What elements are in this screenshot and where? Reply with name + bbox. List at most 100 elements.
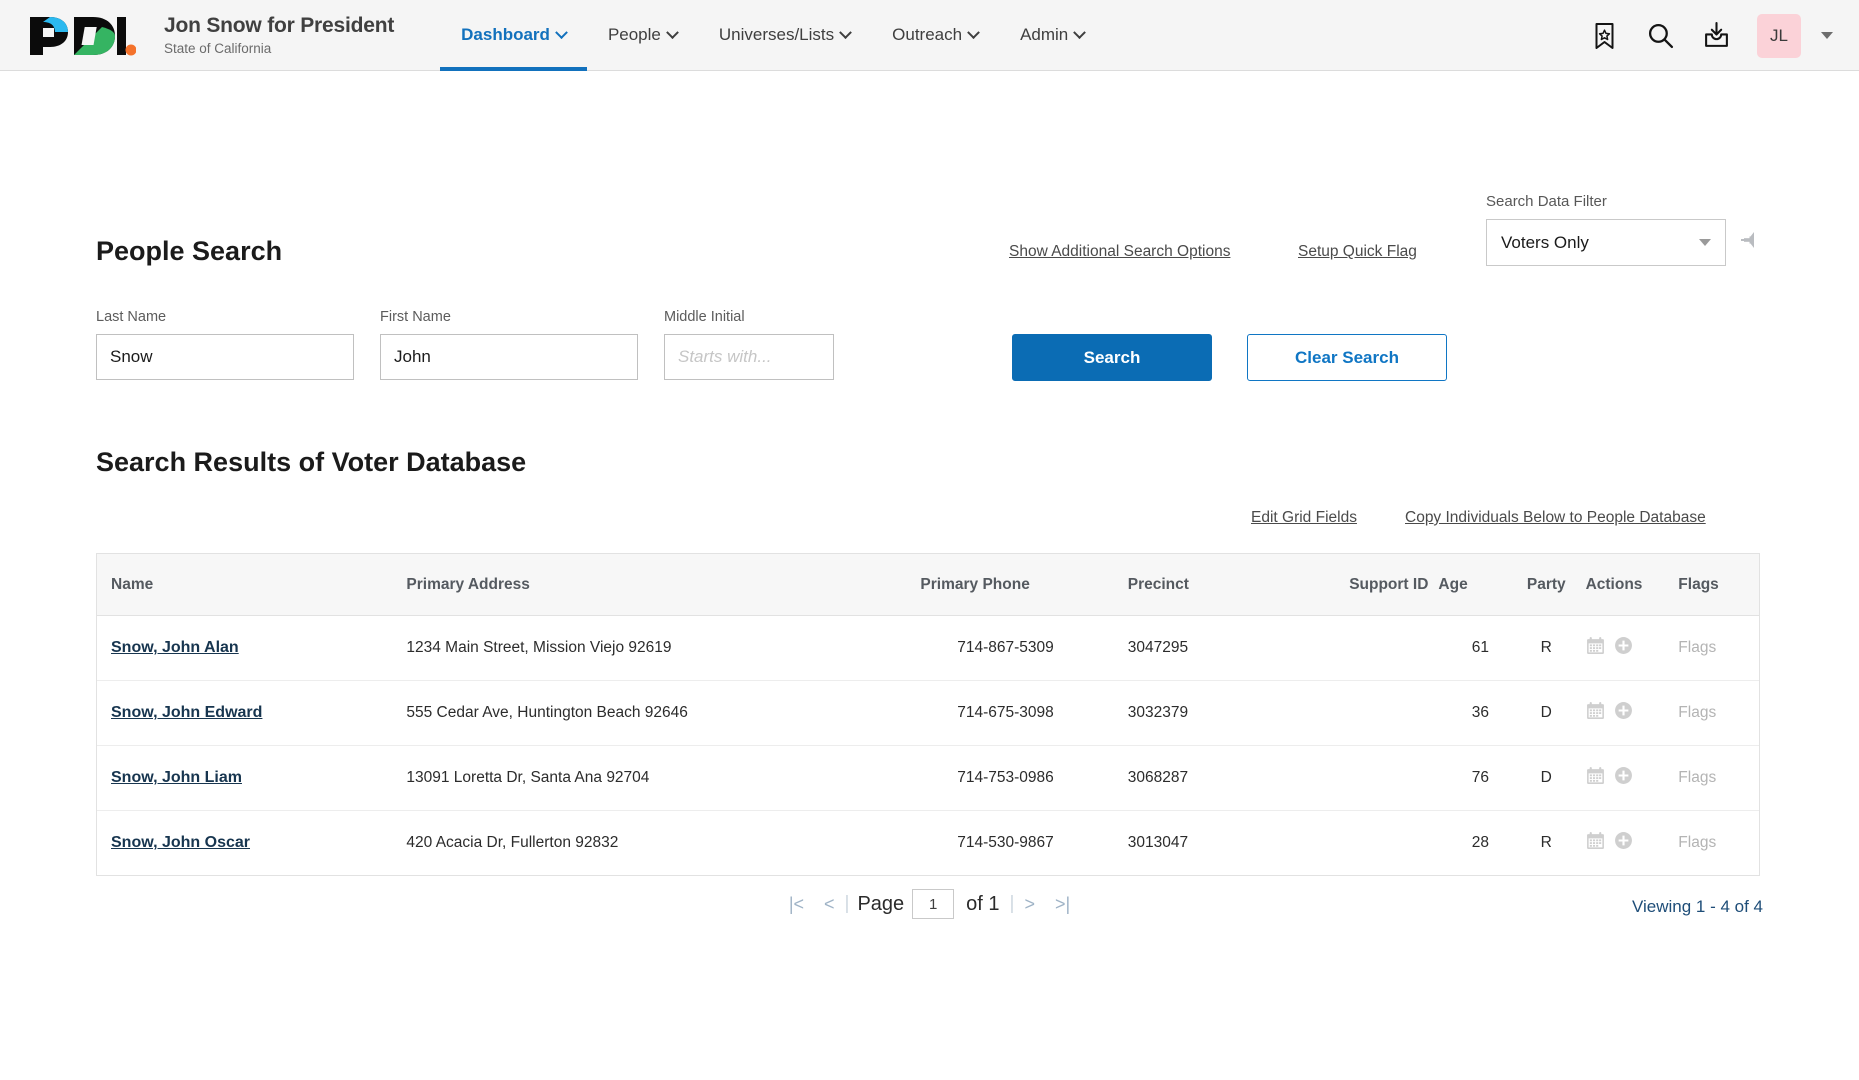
cell-precinct: 3013047: [1127, 834, 1189, 851]
nav-item-universes-lists[interactable]: Universes/Lists: [698, 0, 871, 71]
cell-phone: 714-867-5309: [920, 615, 1094, 681]
search-data-filter-select[interactable]: Voters Only: [1486, 219, 1726, 266]
cell-address: 1234 Main Street, Mission Viejo 92619: [404, 615, 921, 681]
cell-flags[interactable]: Flags: [1678, 745, 1759, 811]
cell-party: D: [1506, 680, 1586, 746]
last-page-button[interactable]: >|: [1045, 894, 1080, 915]
cell-party: R: [1506, 615, 1586, 681]
middle-initial-field-group: Middle Initial: [664, 309, 834, 380]
search-data-filter: Search Data Filter Voters Only: [1486, 193, 1762, 266]
cell-age: 28: [1471, 834, 1489, 851]
plus-circle-icon[interactable]: [1614, 701, 1633, 725]
table-header-row: Name Primary Address Primary Phone Preci…: [97, 554, 1759, 616]
cell-phone: 714-675-3098: [920, 680, 1094, 746]
top-header-bar: Jon Snow for President State of Californ…: [0, 0, 1859, 71]
prev-page-button[interactable]: <: [814, 894, 845, 915]
cell-flags[interactable]: Flags: [1678, 680, 1759, 746]
column-header-flags: Flags: [1678, 554, 1759, 616]
cell-name: Snow, John Liam: [97, 745, 405, 811]
cell-flags[interactable]: Flags: [1678, 615, 1759, 681]
nav-item-dashboard[interactable]: Dashboard: [440, 0, 587, 71]
cell-age: 61: [1434, 615, 1507, 681]
chevron-down-icon: [666, 25, 679, 39]
inbox-download-icon[interactable]: [1701, 21, 1731, 51]
column-header-age[interactable]: Age: [1434, 554, 1507, 616]
table-body: Snow, John Alan 1234 Main Street, Missio…: [97, 615, 1759, 876]
search-button[interactable]: Search: [1012, 334, 1212, 381]
pdi-logo[interactable]: [28, 13, 136, 57]
table-row: Snow, John Liam 13091 Loretta Dr, Santa …: [97, 745, 1759, 811]
plus-circle-icon[interactable]: [1614, 766, 1633, 790]
table-row: Snow, John Alan 1234 Main Street, Missio…: [97, 615, 1759, 681]
edit-grid-fields-link[interactable]: Edit Grid Fields: [1251, 509, 1357, 527]
column-header-phone[interactable]: Primary Phone: [920, 554, 1094, 616]
next-page-button[interactable]: >: [1014, 894, 1045, 915]
campaign-title: Jon Snow for President: [164, 13, 395, 37]
cell-address: 555 Cedar Ave, Huntington Beach 92646: [404, 680, 921, 746]
cell-support-id: [1283, 680, 1435, 746]
cell-precinct: 3068287: [1093, 745, 1284, 811]
copy-individuals-link[interactable]: Copy Individuals Below to People Databas…: [1405, 509, 1706, 527]
last-name-label: Last Name: [96, 309, 167, 325]
results-title: Search Results of Voter Database: [96, 447, 527, 477]
column-header-name[interactable]: Name: [97, 554, 405, 616]
calendar-icon[interactable]: [1586, 766, 1605, 790]
cell-flags[interactable]: Flags: [1678, 811, 1759, 876]
calendar-icon[interactable]: [1586, 831, 1605, 855]
last-name-input[interactable]: [96, 334, 354, 380]
avatar-initials: JL: [1770, 25, 1788, 45]
person-link[interactable]: Snow, John Edward: [111, 704, 262, 721]
first-page-button[interactable]: |<: [779, 894, 814, 915]
chevron-down-icon: [967, 25, 980, 39]
page-number-input[interactable]: [912, 889, 955, 919]
cell-address: 420 Acacia Dr, Fullerton 92832: [406, 834, 619, 851]
push-pin-icon[interactable]: [1740, 229, 1762, 256]
nav-item-outreach[interactable]: Outreach: [871, 0, 999, 71]
person-link[interactable]: Snow, John Oscar: [111, 834, 250, 851]
nav-label-people: People: [607, 25, 661, 44]
bookmark-star-icon[interactable]: [1589, 21, 1619, 51]
cell-party: D: [1506, 745, 1586, 811]
viewing-count: Viewing 1 - 4 of 4: [1631, 897, 1763, 916]
column-header-support-id[interactable]: Support ID: [1283, 554, 1435, 616]
avatar[interactable]: JL: [1757, 13, 1801, 58]
search-icon[interactable]: [1645, 21, 1675, 51]
cell-age: 76: [1434, 745, 1507, 811]
middle-initial-input[interactable]: [664, 334, 834, 380]
voter-results-table: Name Primary Address Primary Phone Preci…: [97, 554, 1759, 875]
plus-circle-icon[interactable]: [1614, 636, 1633, 660]
show-additional-search-options-link[interactable]: Show Additional Search Options: [1009, 243, 1230, 261]
cell-support-id: [1283, 615, 1435, 681]
cell-address: 13091 Loretta Dr, Santa Ana 92704: [404, 745, 921, 811]
chevron-down-icon: [839, 25, 853, 39]
person-link[interactable]: Snow, John Alan: [111, 639, 239, 656]
column-header-precinct[interactable]: Precinct: [1093, 554, 1284, 616]
table-row: Snow, John Edward 555 Cedar Ave, Hunting…: [97, 680, 1759, 746]
calendar-icon[interactable]: [1586, 636, 1605, 660]
column-header-party[interactable]: Party: [1506, 554, 1586, 616]
account-menu-chevron-down-icon[interactable]: [1821, 32, 1833, 39]
person-link[interactable]: Snow, John Liam: [111, 769, 242, 786]
setup-quick-flag-link[interactable]: Setup Quick Flag: [1298, 243, 1417, 261]
column-header-address[interactable]: Primary Address: [404, 554, 921, 616]
search-fields: Last Name First Name Middle Initial: [96, 309, 834, 380]
cell-party: R: [1540, 834, 1552, 851]
brand-block: Jon Snow for President State of Californ…: [164, 14, 394, 56]
nav-item-admin[interactable]: Admin: [999, 0, 1105, 71]
cell-name: Snow, John Alan: [97, 615, 405, 681]
cell-phone: 714-753-0986: [920, 745, 1094, 811]
first-name-input[interactable]: [380, 334, 638, 380]
cell-precinct: 3032379: [1093, 680, 1284, 746]
clear-search-button[interactable]: Clear Search: [1247, 334, 1447, 381]
chevron-down-icon: [1073, 25, 1087, 39]
header-actions: JL: [1589, 0, 1833, 71]
plus-circle-icon[interactable]: [1614, 831, 1633, 855]
cell-actions: [1585, 745, 1679, 811]
middle-initial-label: Middle Initial: [664, 309, 745, 325]
nav-item-people[interactable]: People: [587, 0, 698, 71]
page-total-label: of 1: [966, 892, 1000, 915]
cell-age: 36: [1434, 680, 1507, 746]
calendar-icon[interactable]: [1586, 701, 1605, 725]
chevron-down-icon: [555, 25, 568, 39]
table-header: Name Primary Address Primary Phone Preci…: [97, 554, 1759, 616]
